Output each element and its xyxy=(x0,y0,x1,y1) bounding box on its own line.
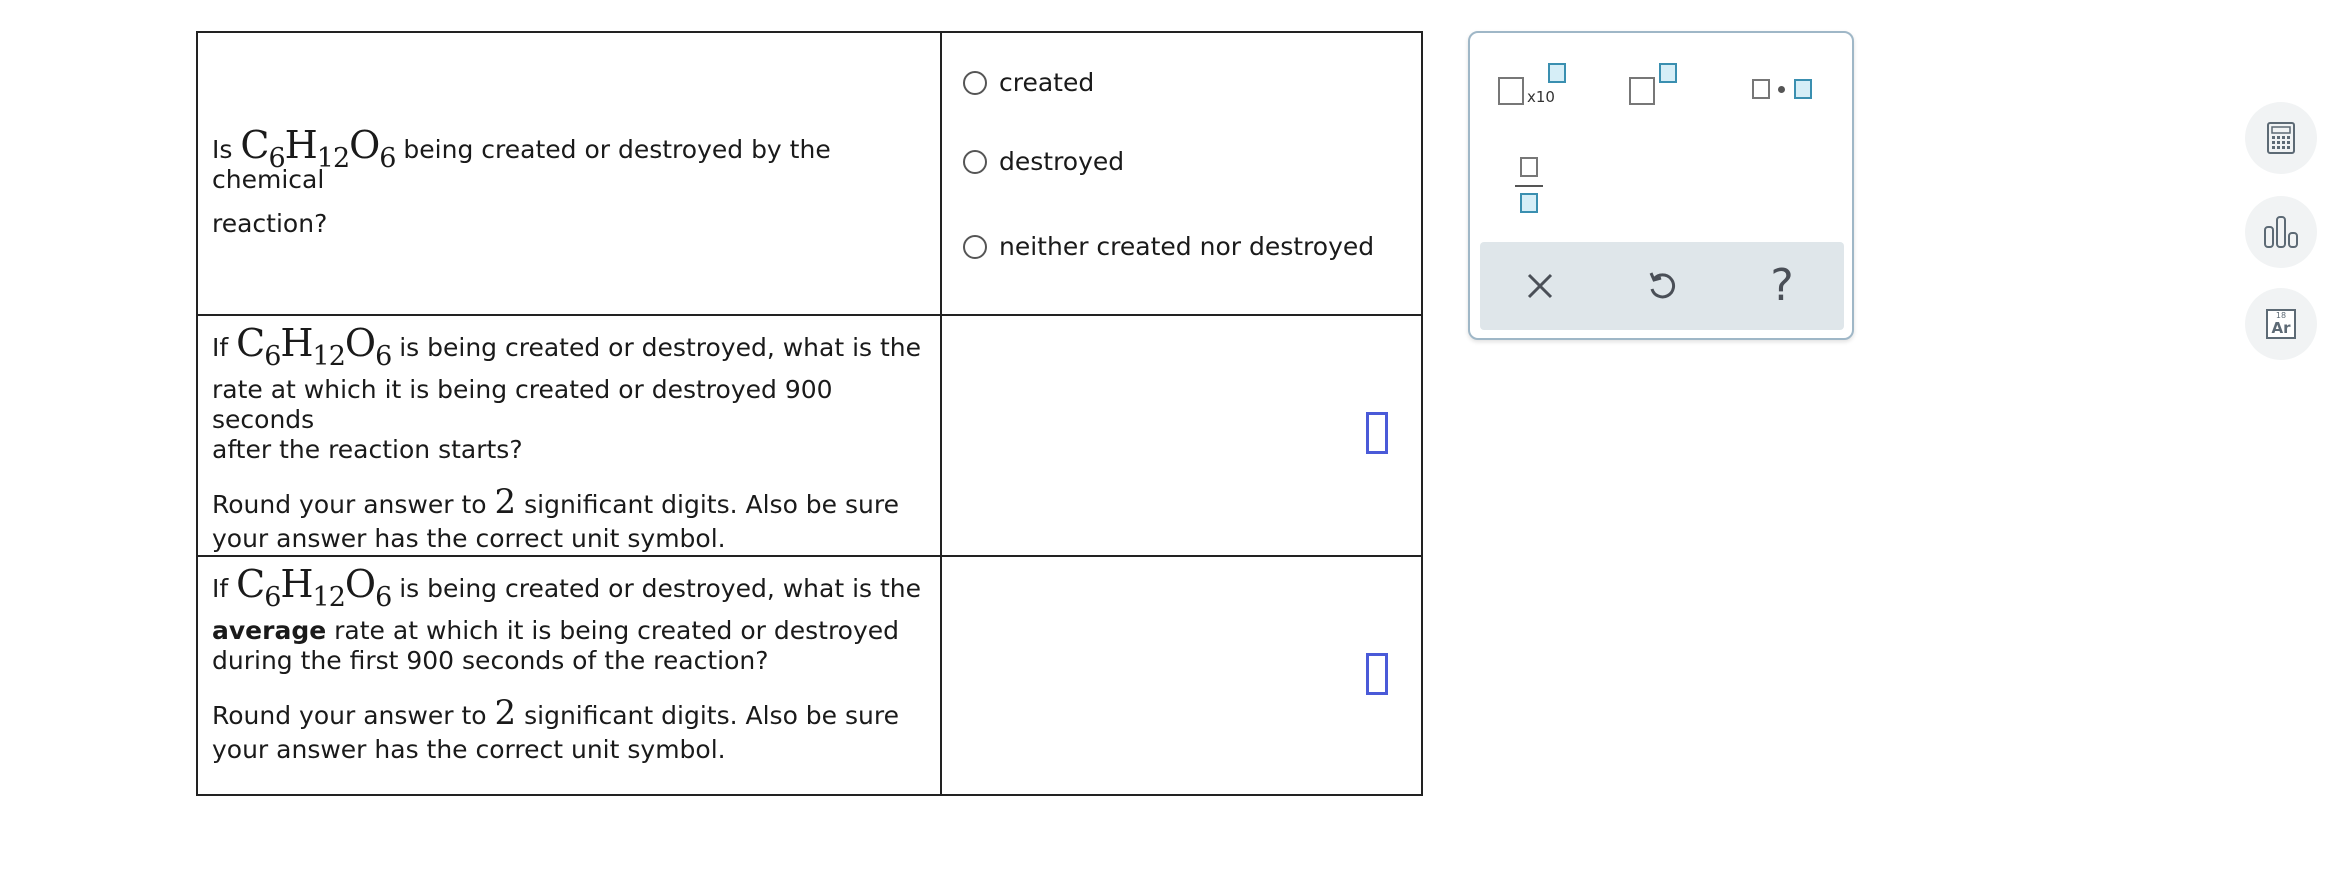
question-table: Is C6H12O6 being created or destroyed by… xyxy=(196,31,1423,796)
data-chart-button[interactable] xyxy=(2245,196,2317,268)
radio-button[interactable] xyxy=(963,149,987,174)
help-button[interactable]: ? xyxy=(1752,256,1812,316)
calculator-button[interactable] xyxy=(2245,102,2317,174)
stage: Is C6H12O6 being created or destroyed by… xyxy=(0,0,2346,891)
average-rate-answer-input[interactable] xyxy=(1366,653,1388,695)
question-prefix: Is xyxy=(212,135,233,164)
question-2-text: If C6H12O6 is being created or destroyed… xyxy=(212,324,927,554)
table-row: If C6H12O6 is being created or destroyed… xyxy=(198,557,1421,796)
math-palette: x10 ? xyxy=(1468,31,1854,340)
glucose-formula: C6H12O6 xyxy=(240,123,396,174)
periodic-table-button[interactable]: 18 Ar xyxy=(2245,288,2317,360)
option-neither[interactable]: neither created nor destroyed xyxy=(963,232,1374,261)
question-text-line: during the first 900 seconds of the reac… xyxy=(212,646,769,675)
undo-button[interactable] xyxy=(1632,256,1692,316)
rounding-instruction: Round your answer to xyxy=(212,490,487,519)
question-text-line: reaction? xyxy=(212,209,328,238)
glucose-formula: C6H12O6 xyxy=(236,321,392,372)
unit-instruction: your answer has the correct unit symbol. xyxy=(212,524,726,553)
base-placeholder-icon xyxy=(1498,77,1524,105)
question-prefix: If xyxy=(212,574,229,603)
palette-action-bar: ? xyxy=(1480,242,1844,330)
question-text-line: after the reaction starts? xyxy=(212,435,523,464)
radio-button[interactable] xyxy=(963,70,987,95)
rounding-instruction: significant digits. Also be sure xyxy=(524,490,899,519)
denominator-placeholder-icon xyxy=(1520,193,1538,213)
exponent-placeholder-icon xyxy=(1659,63,1677,83)
exponent-placeholder-icon xyxy=(1548,63,1566,83)
sig-digits-number: 2 xyxy=(494,482,517,522)
question-text-line: rate at which it is being created or des… xyxy=(334,616,900,645)
rate-answer-input[interactable] xyxy=(1366,412,1388,454)
calculator-icon xyxy=(2267,122,2295,154)
question-text-line: is being created or destroyed, what is t… xyxy=(399,574,922,603)
question-text-line: rate at which it is being created or des… xyxy=(212,375,833,434)
question-text-line: is being created or destroyed, what is t… xyxy=(399,333,922,362)
table-row: If C6H12O6 is being created or destroyed… xyxy=(198,316,1421,557)
undo-icon xyxy=(1649,272,1676,299)
option-created[interactable]: created xyxy=(963,68,1094,97)
rounding-instruction: Round your answer to xyxy=(212,701,487,730)
fraction-button[interactable] xyxy=(1515,157,1545,219)
question-prefix: If xyxy=(212,333,229,362)
question-mark-icon: ? xyxy=(1770,260,1794,311)
table-row: Is C6H12O6 being created or destroyed by… xyxy=(198,33,1421,316)
dot-icon xyxy=(1778,86,1785,93)
bar-chart-icon xyxy=(2264,216,2298,248)
clear-button[interactable] xyxy=(1510,256,1570,316)
scientific-notation-button[interactable]: x10 xyxy=(1498,63,1568,113)
sig-digits-number: 2 xyxy=(494,693,517,733)
option-label: neither created nor destroyed xyxy=(999,232,1375,261)
left-placeholder-icon xyxy=(1752,79,1770,99)
question-1-text: Is C6H12O6 being created or destroyed by… xyxy=(212,126,927,239)
rounding-instruction: significant digits. Also be sure xyxy=(524,701,899,730)
option-label: created xyxy=(999,68,1095,97)
question-3-text: If C6H12O6 is being created or destroyed… xyxy=(212,565,927,765)
option-label: destroyed xyxy=(999,147,1125,176)
multiply-dot-button[interactable] xyxy=(1752,75,1822,105)
unit-instruction: your answer has the correct unit symbol. xyxy=(212,735,726,764)
right-placeholder-icon xyxy=(1794,79,1812,99)
base-placeholder-icon xyxy=(1629,77,1655,105)
x10-label: x10 xyxy=(1527,88,1555,106)
numerator-placeholder-icon xyxy=(1520,157,1538,177)
element-symbol: Ar xyxy=(2271,319,2291,337)
glucose-formula: C6H12O6 xyxy=(236,562,392,613)
radio-button[interactable] xyxy=(963,234,987,259)
periodic-element-icon: 18 Ar xyxy=(2266,309,2296,339)
emphasis-average: average xyxy=(212,616,327,645)
superscript-button[interactable] xyxy=(1629,63,1685,113)
close-icon xyxy=(1527,273,1553,299)
option-destroyed[interactable]: destroyed xyxy=(963,147,1124,176)
fraction-bar-icon xyxy=(1515,185,1543,187)
